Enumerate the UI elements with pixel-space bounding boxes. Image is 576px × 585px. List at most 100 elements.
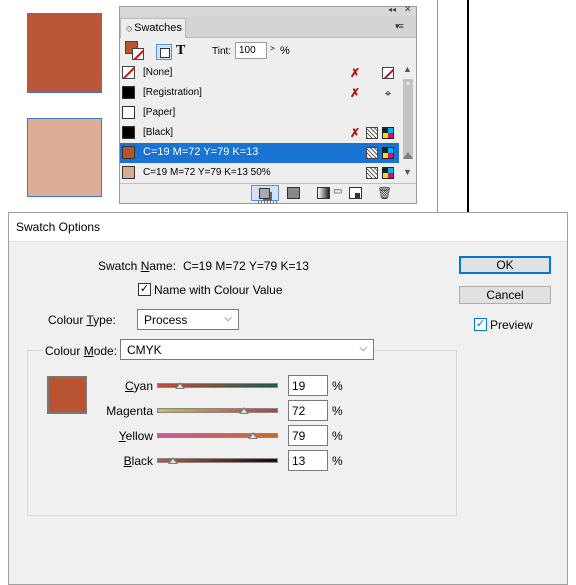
process-color-icon [366,147,378,159]
new-color-group-icon[interactable]: ▭ [333,187,346,199]
scroll-down-icon[interactable]: ▼ [403,167,412,177]
yellow-slider-track[interactable] [157,433,278,438]
show-colour-swatches-icon[interactable] [287,187,300,199]
swatch-row-tint[interactable]: C=19 M=72 Y=79 K=13 50% [120,163,399,183]
pencil-crossed-icon: ✗ [349,126,361,140]
panel-tabrow: ◇ Swatches ▾≡ [120,16,416,38]
panel-topbar[interactable]: ◂◂ ✕ [120,4,416,16]
page-edge [467,0,469,212]
panel-bottom-toolbar: ▭ 🗑 [120,183,416,204]
tint-arrow-icon[interactable]: > [270,44,275,53]
pencil-crossed-icon: ✗ [349,86,361,100]
ok-button[interactable]: OK [459,256,551,274]
yellow-slider-thumb[interactable] [247,432,258,439]
black-unit: % [332,454,343,468]
swatch-row-black[interactable]: [Black] ✗ [120,123,399,143]
formatting-container-icon[interactable] [156,44,172,60]
colour-type-select[interactable]: Process ⌵ [137,309,239,330]
magenta-slider-track[interactable] [157,408,278,413]
swatch-chip [122,166,135,179]
dialog-titlebar[interactable]: Swatch Options [9,213,567,242]
none-chip-icon [122,66,135,79]
colour-type-value: Process [144,313,188,327]
swatch-list: [None] ✗ [Registration] ✗ ⌖ [Paper] [Bla… [120,63,399,183]
swatch-square-dark[interactable] [27,13,102,93]
dialog-title: Swatch Options [16,220,101,234]
swatch-name: [Black] [143,127,174,138]
name-with-colour-value-checkbox[interactable]: ✓ [138,283,151,296]
pencil-crossed-icon: ✗ [349,66,361,80]
yellow-unit: % [332,429,343,443]
tint-unit: % [280,45,290,57]
stroke-swatch[interactable] [132,48,144,60]
chevron-down-icon: ⌵ [359,343,367,354]
process-color-icon [366,167,378,179]
process-color-icon [366,127,378,139]
colour-type-label: Colour Type: [48,313,116,327]
swatch-name: C=19 M=72 Y=79 K=13 50% [143,167,271,178]
swatch-row-selected[interactable]: C=19 M=72 Y=79 K=13 [120,143,399,163]
resize-grip[interactable] [258,201,278,204]
preview-label[interactable]: Preview [490,318,533,332]
swatch-row-none[interactable]: [None] ✗ [120,63,399,83]
new-swatch-icon[interactable] [349,187,362,199]
swatch-row-registration[interactable]: [Registration] ✗ ⌖ [120,83,399,103]
colour-mode-value: CMYK [127,343,162,357]
name-with-colour-value-label[interactable]: Name with Colour Value [154,283,283,297]
fill-stroke-icon[interactable] [125,41,145,61]
trash-icon[interactable]: 🗑 [377,187,392,199]
magenta-slider-thumb[interactable] [239,407,250,414]
swatch-row-paper[interactable]: [Paper] [120,103,399,123]
swatch-chip [122,146,135,159]
tab-label: Swatches [134,22,182,34]
swatch-chip [122,86,135,99]
swatch-options-dialog: Swatch Options Swatch Name: C=19 M=72 Y=… [8,212,568,585]
close-icon[interactable]: ✕ [404,4,412,15]
swatch-square-light[interactable] [27,118,102,197]
swatch-chip [122,126,135,139]
chevron-down-icon: ⌵ [224,313,232,324]
swatch-name: [Paper] [143,107,176,118]
yellow-input[interactable]: 79 [288,425,328,446]
swatch-name: C=19 M=72 Y=79 K=13 [143,146,259,158]
cyan-label: Cyan [124,379,153,393]
registration-mark-icon: ⌖ [384,86,392,100]
panel-toolbar: T Tint: 100 > % [120,39,416,63]
panel-menu-icon[interactable]: ▾≡ [395,21,404,32]
swatch-scrollbar[interactable]: ▲ ▼ [401,63,415,183]
tint-input[interactable]: 100 [235,42,267,59]
colour-mode-label: Colour Mode: [43,344,120,358]
scroll-up-icon[interactable]: ▲ [403,64,412,74]
tab-chevron-icon: ◇ [126,24,133,33]
black-input[interactable]: 13 [288,450,328,471]
black-label: Black [123,454,153,468]
cyan-unit: % [332,379,343,393]
cancel-button[interactable]: Cancel [459,286,551,304]
margin-guide [437,0,438,212]
swatch-chip [122,106,135,119]
yellow-label: Yellow [118,429,153,443]
tint-label: Tint: [212,46,232,57]
swatch-name: [None] [143,67,173,78]
formatting-text-icon[interactable]: T [176,43,185,59]
swatch-name: [Registration] [143,87,202,98]
preview-checkbox[interactable]: ✓ [474,318,487,331]
collapse-icon[interactable]: ◂◂ [388,5,396,14]
magenta-input[interactable]: 72 [288,400,328,421]
cyan-input[interactable]: 19 [288,375,328,396]
cmyk-mode-icon [382,167,394,179]
show-gradient-swatches-icon[interactable] [317,187,330,199]
cmyk-mode-icon [382,147,394,159]
magenta-unit: % [332,404,343,418]
swatch-name-label: Swatch Name: [98,259,177,273]
black-slider-thumb[interactable] [167,457,178,464]
cyan-slider-thumb[interactable] [174,382,185,389]
magenta-label: Magenta [106,404,153,418]
show-all-swatches-icon[interactable] [251,185,279,201]
colour-mode-select[interactable]: CMYK ⌵ [120,339,374,360]
cmyk-mode-icon [382,127,394,139]
scroll-thumb[interactable] [403,79,413,159]
tab-swatches[interactable]: ◇ Swatches [120,18,186,38]
swatch-name-value: C=19 M=72 Y=79 K=13 [183,259,309,273]
none-color-icon [382,67,394,79]
